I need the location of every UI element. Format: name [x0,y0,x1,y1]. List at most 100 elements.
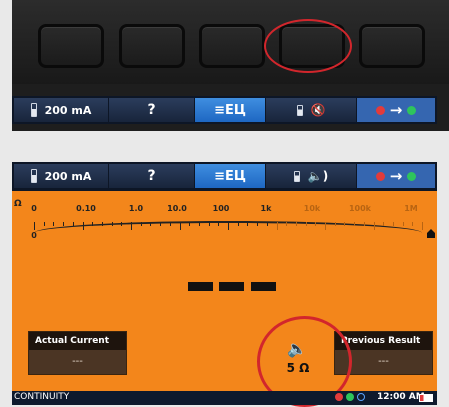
scale-tick [160,222,162,226]
scale-label-2: 1.0 [128,204,144,213]
menu-icon: ≡ЕЦ [214,168,246,184]
scale-tick [344,222,346,226]
help-icon: ? [147,102,156,118]
scale-label-0: 0 [31,204,37,213]
scale-zero-label: 0 [31,231,37,240]
scale-tick [295,222,297,226]
scale-label-6: 10k [303,204,321,213]
tab-run-screen[interactable]: → [357,164,435,188]
scale-tick [383,222,385,226]
scale-tick [266,222,268,226]
scale-tick [189,222,191,226]
arrow-icon: → [389,167,403,185]
battery-icon [419,394,433,402]
soft-key-bar [12,0,449,84]
reading-dash-1 [188,282,213,291]
top-tab-bar: 200 mA ? ≡ЕЦ 🔇 → [12,96,437,124]
status-dot-red [335,393,343,401]
actual-current-header: Actual Current [29,332,126,350]
status-dot-blue [357,393,365,401]
tab-menu[interactable]: ≡ЕЦ [195,98,265,122]
scale-tick [257,222,259,226]
green-status-dot [407,171,417,181]
status-bar: CONTINUITY 12:00 AM [12,391,437,405]
scale-tick [150,222,152,226]
scale-tick [422,222,423,230]
scale-tick [121,222,123,226]
scale-label-3: 10.0 [167,204,187,213]
scale-tick [82,222,84,230]
reading-dash-3 [251,282,276,291]
scale-tick [305,222,307,226]
scale-tick [218,222,220,226]
scale-label-1: 0.10 [76,204,96,213]
tab-current-screen[interactable]: 200 mA [14,164,108,188]
scale-tick [286,222,288,226]
measurement-screen: Ω 00.101.010.01001k10k100k1M0 — — — Actu… [12,191,437,391]
highlight-circle-key [264,19,352,73]
tab-help[interactable]: ? [109,98,194,122]
scale-tick [315,222,317,226]
scale-tick [101,222,103,226]
soft-key-2[interactable] [119,24,185,68]
scale-tick [412,222,414,226]
tab-run[interactable]: → [357,98,435,122]
scale-tick [276,222,278,230]
range-indicator-icon [30,103,37,117]
scale-tick [53,222,55,226]
scale-tick [34,222,35,230]
status-dot-green [346,393,354,401]
ohm-unit-label: Ω [14,199,22,209]
red-status-dot [375,105,385,115]
scale-tick [363,222,365,226]
reading-dash-2 [219,282,244,291]
mini-indicator-icon [293,170,300,182]
clock: 12:00 AM [377,392,425,402]
scale-tick [92,222,94,226]
range-indicator-icon [30,169,37,183]
scale-tick [179,222,181,230]
soft-key-3[interactable] [199,24,265,68]
scale-tick [228,222,229,230]
scale-tick [325,222,326,230]
soft-key-5[interactable] [359,24,425,68]
scale-tick [334,222,336,226]
scale-tick [63,222,65,226]
red-status-dot [375,171,385,181]
arrow-icon: → [389,101,403,119]
scale-tick [392,222,394,226]
scale-pointer-icon [427,229,435,238]
tab-help-screen[interactable]: ? [109,164,194,188]
scale-tick [402,222,404,226]
screen-tab-bar: 200 mA ? ≡ЕЦ 🔈) → [12,162,437,191]
tab-mute[interactable]: 🔇 [266,98,356,122]
green-status-dot [407,105,417,115]
scale-tick [247,222,249,226]
tab-menu-screen[interactable]: ≡ЕЦ [195,164,265,188]
actual-current-box: Actual Current --- [28,331,127,375]
scale-tick [72,222,74,226]
scale-tick [237,222,239,226]
tab-speaker-screen[interactable]: 🔈) [266,164,356,188]
actual-current-value: --- [72,356,83,367]
speaker-icon: 🔈) [307,169,329,183]
soft-key-1[interactable] [38,24,104,68]
scale-tick [373,222,375,230]
menu-icon: ≡ЕЦ [214,102,246,118]
scale-label-4: 100 [212,204,230,213]
scale-label-8: 1M [404,204,418,213]
scale-tick [354,222,356,226]
scale-tick [198,222,200,226]
mode-label: CONTINUITY [14,392,70,402]
tab-current[interactable]: 200 mA [14,98,108,122]
mini-indicator-icon [296,104,303,116]
scale-tick [140,222,142,226]
scale-tick [208,222,210,226]
scale-tick [169,222,171,226]
scale-label-7: 100k [348,204,372,213]
mute-icon: 🔇 [310,103,326,117]
scale-tick [43,222,45,226]
scale-label-5: 1k [260,204,272,213]
scale-tick [131,222,132,230]
help-icon: ? [147,168,156,184]
